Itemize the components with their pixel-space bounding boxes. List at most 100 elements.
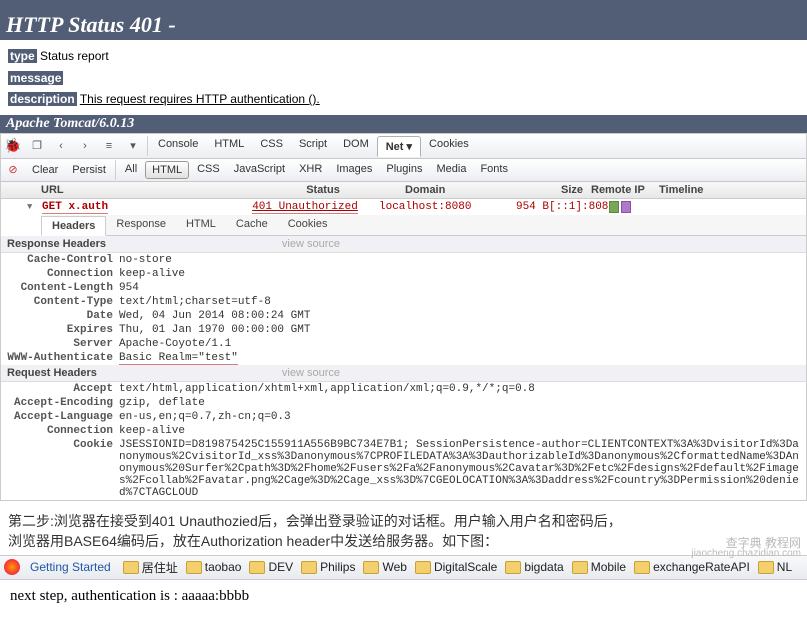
col-timeline[interactable]: Timeline xyxy=(655,182,806,198)
filter-media[interactable]: Media xyxy=(430,161,472,179)
btn-clear[interactable]: Clear xyxy=(26,162,64,178)
message-label: message xyxy=(8,71,63,85)
firebug-icon[interactable]: 🐞 xyxy=(1,135,25,156)
subtab-html[interactable]: HTML xyxy=(176,215,226,235)
stop-icon[interactable]: ⊘ xyxy=(1,161,25,178)
request-headers-section[interactable]: Request Headers view source xyxy=(1,365,806,382)
header-connection: Connectionkeep-alive xyxy=(1,424,806,438)
forward-icon[interactable]: › xyxy=(73,138,97,154)
header-date: DateWed, 04 Jun 2014 08:00:24 GMT xyxy=(1,309,806,323)
folder-icon xyxy=(415,561,431,574)
devtools-panel: 🐞 ❐ ‹ › ≡ ▾ ConsoleHTMLCSSScriptDOMNet ▾… xyxy=(0,133,807,501)
header-accept: Accepttext/html,application/xhtml+xml,ap… xyxy=(1,382,806,396)
bookmark-folder-mobile[interactable]: Mobile xyxy=(568,559,630,576)
subtab-cache[interactable]: Cache xyxy=(226,215,278,235)
col-domain[interactable]: Domain xyxy=(401,182,519,198)
bookmark-folder-digitalscale[interactable]: DigitalScale xyxy=(411,559,501,576)
col-remote-ip[interactable]: Remote IP xyxy=(587,182,655,198)
type-value: Status report xyxy=(40,49,109,63)
back-icon[interactable]: ‹ xyxy=(49,138,73,154)
header-content-type: Content-Typetext/html;charset=utf-8 xyxy=(1,295,806,309)
folder-icon xyxy=(572,561,588,574)
header-accept-encoding: Accept-Encodinggzip, deflate xyxy=(1,396,806,410)
tab-dom[interactable]: DOM xyxy=(335,135,377,156)
bookmark-folder-philips[interactable]: Philips xyxy=(297,559,359,576)
tab-net[interactable]: Net ▾ xyxy=(377,136,421,157)
folder-icon xyxy=(186,561,202,574)
folder-icon xyxy=(505,561,521,574)
folder-icon xyxy=(123,561,139,574)
devtools-sub-toolbar: ⊘ ClearPersist AllHTMLCSSJavaScriptXHRIm… xyxy=(1,159,806,182)
filter-images[interactable]: Images xyxy=(330,161,378,179)
next-step-text: next step, authentication is : aaaaa:bbb… xyxy=(0,580,807,613)
bookmark-folder-taobao[interactable]: taobao xyxy=(182,559,246,576)
net-columns-header: URL Status Domain Size Remote IP Timelin… xyxy=(1,182,806,199)
devtools-top-toolbar: 🐞 ❐ ‹ › ≡ ▾ ConsoleHTMLCSSScriptDOMNet ▾… xyxy=(1,134,806,159)
firefox-icon[interactable] xyxy=(4,559,20,575)
view-source-link[interactable]: view source xyxy=(282,238,800,250)
net-request-row[interactable]: ▼ GET x.auth 401 Unauthorized localhost:… xyxy=(1,199,806,215)
req-method: GET xyxy=(42,201,62,213)
dropdown-icon[interactable]: ▾ xyxy=(121,137,145,154)
request-subtabs: HeadersResponseHTMLCacheCookies xyxy=(41,215,806,236)
subtab-response[interactable]: Response xyxy=(106,215,176,235)
inspect-icon[interactable]: ❐ xyxy=(25,137,49,154)
filter-css[interactable]: CSS xyxy=(191,161,226,179)
status-type-row: type Status report xyxy=(8,46,799,68)
expand-icon[interactable]: ▼ xyxy=(27,202,32,212)
bookmark-getting-started[interactable]: Getting Started xyxy=(26,560,115,574)
header-cache-control: Cache-Controlno-store xyxy=(1,253,806,267)
bookmark-folder-nl[interactable]: NL xyxy=(754,559,796,576)
bookmark-folder-bigdata[interactable]: bigdata xyxy=(501,559,567,576)
list-icon[interactable]: ≡ xyxy=(97,138,121,154)
description-label: description xyxy=(8,92,77,106)
tab-css[interactable]: CSS xyxy=(252,135,291,156)
filter-javascript[interactable]: JavaScript xyxy=(228,161,291,179)
btn-persist[interactable]: Persist xyxy=(66,162,112,178)
filter-all[interactable]: All xyxy=(119,161,143,179)
explanation-text: 第二步:浏览器在接受到401 Unauthozied后，会弹出登录验证的对话框。… xyxy=(0,501,807,555)
filter-fonts[interactable]: Fonts xyxy=(474,161,514,179)
type-label: type xyxy=(8,49,37,63)
status-description-row: description This request requires HTTP a… xyxy=(8,89,799,111)
bookmark-folder-居住址[interactable]: 居住址 xyxy=(119,559,182,576)
tab-console[interactable]: Console xyxy=(150,135,206,156)
tab-script[interactable]: Script xyxy=(291,135,335,156)
col-url[interactable]: URL xyxy=(1,182,245,198)
cn-line1: 第二步:浏览器在接受到401 Unauthozied后，会弹出登录验证的对话框。… xyxy=(8,511,799,531)
header-server: ServerApache-Coyote/1.1 xyxy=(1,337,806,351)
bookmark-folder-web[interactable]: Web xyxy=(359,559,410,576)
req-timeline-bar xyxy=(609,201,806,213)
header-cookie: CookieJSESSIONID=D819875425C155911A556B9… xyxy=(1,438,806,500)
bookmarks-bar: Getting Started 居住址taobaoDEVPhilipsWebDi… xyxy=(0,555,807,580)
filter-xhr[interactable]: XHR xyxy=(293,161,328,179)
filter-html[interactable]: HTML xyxy=(145,161,189,179)
subtab-cookies[interactable]: Cookies xyxy=(278,215,338,235)
folder-icon xyxy=(758,561,774,574)
header-www-authenticate: WWW-AuthenticateBasic Realm="test" xyxy=(1,351,806,365)
req-url: x.auth xyxy=(68,201,108,213)
folder-icon xyxy=(363,561,379,574)
response-headers-section[interactable]: Response Headers view source xyxy=(1,236,806,253)
folder-icon xyxy=(634,561,650,574)
header-content-length: Content-Length954 xyxy=(1,281,806,295)
cn-line2: 浏览器用BASE64编码后，放在Authorization header中发送给… xyxy=(8,531,799,551)
status-message-row: message xyxy=(8,68,799,90)
tab-html[interactable]: HTML xyxy=(206,135,252,156)
http-status-title: HTTP Status 401 - xyxy=(0,0,807,40)
col-size[interactable]: Size xyxy=(519,182,587,198)
subtab-headers[interactable]: Headers xyxy=(41,216,106,236)
folder-icon xyxy=(249,561,265,574)
bookmark-folder-exchangerateapi[interactable]: exchangeRateAPI xyxy=(630,559,754,576)
header-expires: ExpiresThu, 01 Jan 1970 00:00:00 GMT xyxy=(1,323,806,337)
req-status: 401 Unauthorized xyxy=(252,201,358,214)
col-status[interactable]: Status xyxy=(245,182,401,198)
filter-plugins[interactable]: Plugins xyxy=(380,161,428,179)
description-value: This request requires HTTP authenticatio… xyxy=(80,92,320,106)
tab-cookies[interactable]: Cookies xyxy=(421,135,477,156)
bookmark-folder-dev[interactable]: DEV xyxy=(245,559,297,576)
watermark-url: jiaocheng.chazidian.com xyxy=(691,548,801,559)
folder-icon xyxy=(301,561,317,574)
view-source-link[interactable]: view source xyxy=(282,367,800,379)
req-ip: [::1]:8080 xyxy=(549,201,609,213)
